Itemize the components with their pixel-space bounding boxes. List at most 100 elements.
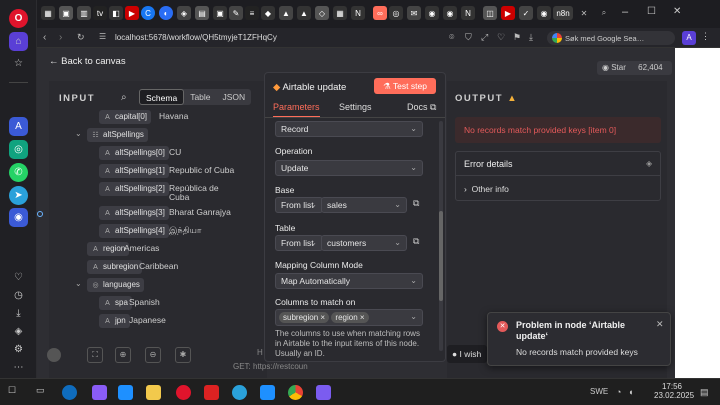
tree-key-spa[interactable]: Aspa (99, 296, 132, 310)
zoom-in-icon[interactable]: ⊕ (115, 347, 131, 363)
github-star-button[interactable]: ◉ Star 62,404 (597, 61, 672, 75)
copy-icon[interactable]: ◈ (646, 159, 652, 168)
tree-key-altSpellings2[interactable]: AaltSpellings[2] (99, 182, 169, 196)
external-link-icon[interactable]: ⧉ (413, 198, 419, 209)
tab-icon[interactable]: ▦ (41, 6, 55, 20)
widgets-icon[interactable]: ☐ (8, 385, 23, 400)
avatar[interactable] (47, 348, 61, 362)
tree-key-jpn[interactable]: Ajpn (99, 314, 130, 328)
test-step-button[interactable]: ⚗ Test step (374, 78, 436, 94)
chatgpt-icon[interactable]: ◎ (9, 140, 28, 159)
tab-icon[interactable]: ◫ (483, 6, 497, 20)
close-icon[interactable]: ✕ (656, 319, 664, 330)
maximize-button[interactable]: ☐ (647, 6, 656, 17)
scrollbar[interactable] (439, 121, 443, 351)
notification-icon[interactable]: ▤ (700, 387, 709, 398)
i-wish-button[interactable]: ● I wish (447, 345, 487, 363)
cube-icon[interactable]: ◈ (9, 322, 28, 341)
back-to-canvas-link[interactable]: ← Back to canvas (49, 56, 126, 67)
acrobat-icon[interactable] (204, 385, 219, 400)
tree-key-altSpellings0[interactable]: AaltSpellings[0] (99, 146, 169, 160)
search-box[interactable]: Søk med Google Sea… (547, 31, 675, 45)
tab-icon[interactable]: N (461, 6, 475, 20)
docs-link[interactable]: Docs ⧉ (407, 102, 436, 113)
tab-icon[interactable]: ▥ (77, 6, 91, 20)
tab-schema[interactable]: Schema (139, 89, 185, 105)
settings-icon[interactable]: ⚙ (9, 340, 28, 359)
opera-logo-icon[interactable]: O (9, 9, 28, 28)
tab-icon[interactable]: ◧ (109, 6, 123, 20)
history-icon[interactable]: ◷ (9, 286, 28, 305)
tree-key-altSpellings[interactable]: ☷ altSpellings (87, 128, 148, 142)
download-icon[interactable]: ⤓ (529, 32, 533, 43)
tab-icon[interactable]: N (351, 6, 365, 20)
tree-key-capital0[interactable]: Acapital[0] (99, 110, 152, 124)
github-tab-icon[interactable]: ◉ (443, 6, 457, 20)
chevron-down-icon[interactable]: ⌄ (75, 279, 82, 288)
tab-icon[interactable]: ▣ (59, 6, 73, 20)
tab-icon[interactable]: ✉ (407, 6, 421, 20)
chevron-down-icon[interactable]: ⌄ (75, 129, 82, 138)
translate-icon[interactable]: ⤢ (481, 32, 488, 43)
shield-icon[interactable]: ⛉ (465, 32, 472, 43)
tab-icon[interactable]: ✓ (519, 6, 533, 20)
operation-select[interactable]: Update ⌄ (275, 160, 423, 176)
table-value-select[interactable]: customers ⌄ (321, 235, 407, 251)
tab-icon[interactable]: ▦ (333, 6, 347, 20)
tree-key-region[interactable]: Aregion (87, 242, 130, 256)
tree-key-altSpellings3[interactable]: AaltSpellings[3] (99, 206, 169, 220)
whatsapp-icon[interactable]: ✆ (9, 163, 28, 182)
site-info-icon[interactable]: ☰ (99, 32, 106, 41)
clock[interactable]: 17:56 23.02.2025 (654, 382, 694, 400)
heart-icon[interactable]: ♡ (9, 268, 28, 287)
resource-select[interactable]: Record ⌄ (275, 121, 423, 137)
scrollbar-thumb[interactable] (439, 211, 443, 301)
aria-icon[interactable]: A (9, 117, 28, 136)
search-icon[interactable]: ⌕ (121, 92, 127, 103)
tree-key-subregion[interactable]: Asubregion (87, 260, 143, 274)
fit-view-icon[interactable]: ⛶ (87, 347, 103, 363)
download-icon[interactable]: ⤓ (9, 304, 28, 323)
base-mode-select[interactable]: From list ⌄ (275, 197, 323, 213)
zoom-out-icon[interactable]: ⊖ (145, 347, 161, 363)
tab-icon[interactable]: tv (93, 6, 107, 20)
tab-icon[interactable]: ◐ (159, 6, 173, 20)
table-mode-select[interactable]: From list ⌄ (275, 235, 323, 251)
github-tab-icon[interactable]: ◉ (425, 6, 439, 20)
heart-icon[interactable]: ♡ (497, 32, 505, 43)
tree-key-altSpellings1[interactable]: AaltSpellings[1] (99, 164, 169, 178)
tab-search-icon[interactable]: ⌕ (597, 6, 611, 20)
tab-icon[interactable]: ≡ (245, 6, 259, 20)
active-tab-icon[interactable]: n8n (553, 6, 573, 20)
camera-icon[interactable]: ⌾ (449, 32, 454, 43)
opera-icon[interactable] (176, 385, 191, 400)
tab-icon[interactable]: ∞ (373, 6, 387, 20)
tab-settings[interactable]: Settings (339, 102, 372, 112)
tab-parameters[interactable]: Parameters (273, 102, 320, 118)
telegram-icon[interactable]: ➤ (9, 186, 28, 205)
tree-key-altSpellings4[interactable]: AaltSpellings[4] (99, 224, 169, 238)
telegram-icon[interactable] (232, 385, 247, 400)
close-button[interactable]: ✕ (673, 6, 681, 17)
app-icon[interactable] (316, 385, 331, 400)
chip-subregion[interactable]: subregion × (279, 312, 330, 323)
tree-key-languages[interactable]: ◎ languages (87, 278, 144, 292)
external-link-icon[interactable]: ⧉ (413, 236, 419, 247)
network-icon[interactable]: ◔ (616, 387, 621, 397)
youtube-tab-icon[interactable]: ▶ (125, 6, 139, 20)
tab-icon[interactable]: ◇ (315, 6, 329, 20)
app-icon[interactable] (118, 385, 133, 400)
mapping-select[interactable]: Map Automatically ⌄ (275, 273, 423, 289)
bookmark-icon[interactable]: ⚑ (513, 32, 521, 43)
extension-icon[interactable]: A (682, 31, 696, 45)
other-info-toggle[interactable]: › Other info (464, 184, 509, 194)
tab-icon[interactable]: ✎ (229, 6, 243, 20)
tab-icon[interactable]: ◈ (177, 6, 191, 20)
chrome-icon[interactable] (288, 385, 303, 400)
tab-json[interactable]: JSON (217, 89, 252, 105)
task-view-icon[interactable]: ▭ (36, 385, 51, 400)
file-explorer-icon[interactable] (146, 385, 161, 400)
volume-icon[interactable]: ◖ (628, 387, 633, 397)
reload-icon[interactable]: ↻ (77, 32, 85, 43)
tab-table[interactable]: Table (184, 89, 216, 105)
